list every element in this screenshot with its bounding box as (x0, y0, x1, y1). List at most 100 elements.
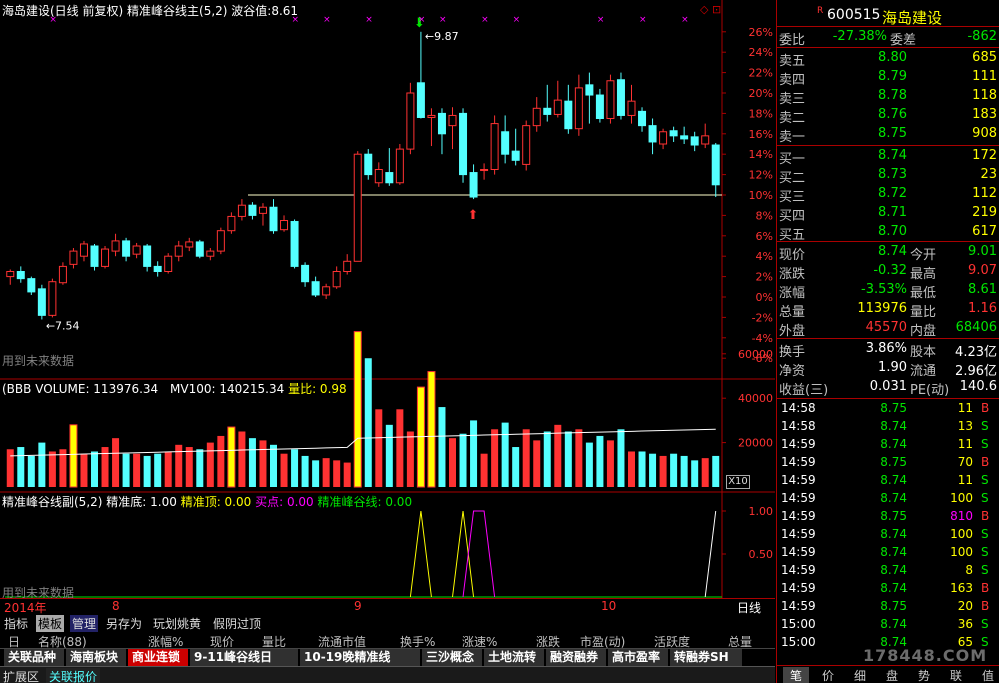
quote-tab-0[interactable]: 笔 (783, 667, 809, 683)
tick-time: 14:59 (781, 473, 816, 487)
column-6[interactable]: 换手% (400, 633, 435, 648)
column-0[interactable]: 日 (8, 633, 20, 648)
block-tab-4[interactable]: 10-19晚精准线 (300, 649, 420, 666)
candle-body (490, 123, 499, 170)
column-1[interactable]: 名称(88) (38, 633, 87, 648)
fin-value-1: 0.031 (869, 379, 907, 394)
stat-label-1: 现价 (779, 248, 806, 263)
volume-bar (133, 453, 141, 487)
quote-tab-4[interactable]: 势 (911, 667, 937, 683)
quote-tab-1[interactable]: 价 (815, 667, 841, 683)
related-quote-tab[interactable]: 关联报价 (46, 668, 101, 683)
block-tab-9[interactable]: 转融券SH (670, 649, 742, 666)
stat-value-2: 9.07 (968, 263, 997, 278)
block-tab-2[interactable]: 商业连锁 (128, 649, 188, 666)
weicha-value: -862 (967, 29, 997, 44)
y-tick-label: 22% (749, 67, 773, 80)
y-tick-label: 0% (756, 291, 773, 304)
block-tab-8[interactable]: 高市盈率 (608, 649, 668, 666)
expand-area-tab[interactable]: 扩展区 (3, 668, 39, 683)
tick-row: 14:59 8.74 163 B (777, 579, 999, 597)
buy-arrow-icon: ⬆ (468, 208, 479, 223)
toolbar-item-5[interactable]: 假阴过顶 (211, 615, 263, 632)
flag-badge: R (817, 6, 824, 16)
volume-bar (522, 429, 530, 487)
volume-bar (322, 458, 330, 487)
book-price: 8.76 (878, 107, 907, 122)
tick-price: 8.74 (880, 419, 907, 433)
block-tab-0[interactable]: 关联品种 (4, 649, 64, 666)
book-label: 卖三 (779, 92, 806, 107)
column-3[interactable]: 现价 (210, 633, 234, 648)
chart-canvas[interactable]: 26% 24% 22% 20% 18% 16% 14% 12% 10% 8% 6% 4% 2% 0% -2%… (0, 0, 775, 637)
tick-price: 8.74 (880, 581, 907, 595)
toolbar-item-2[interactable]: 管理 (70, 615, 99, 632)
volume-bar (501, 422, 509, 487)
volume-bar (196, 449, 204, 487)
block-tab-6[interactable]: 土地流转 (484, 649, 544, 666)
toolbar-item-1[interactable]: 模板 (36, 615, 65, 632)
volume-bar (480, 453, 488, 487)
toolbar-item-4[interactable]: 玩划姚黄 (151, 615, 203, 632)
y-tick-label: 14% (749, 148, 773, 161)
fin-value-1: 1.90 (878, 360, 907, 375)
stat-row: 涨跌 -0.32 最高 9.07 (777, 262, 999, 282)
window-control-icons[interactable]: ◇ ⊡ (700, 3, 721, 16)
stat-label-1: 外盘 (779, 324, 806, 339)
tick-side: B (981, 599, 990, 613)
block-tab-5[interactable]: 三沙概念 (422, 649, 482, 666)
candle-body (616, 79, 625, 116)
volume-bar (638, 451, 646, 487)
block-tab-7[interactable]: 融资融券 (546, 649, 606, 666)
book-price: 8.70 (878, 224, 907, 239)
volume-bar (48, 451, 56, 487)
ratio-label: 量比: 0.98 (288, 382, 347, 396)
quote-tab-2[interactable]: 细 (847, 667, 873, 683)
quote-bottom-tabs: 笔价细盘势联值 (777, 665, 999, 683)
quote-tab-6[interactable]: 值 (975, 667, 999, 683)
weibi-label: 委比 (779, 33, 806, 48)
volume-bar (301, 455, 309, 487)
tick-time: 14:59 (781, 581, 816, 595)
block-tab-3[interactable]: 9-11峰谷线日 (190, 649, 298, 666)
column-7[interactable]: 涨速% (462, 633, 497, 648)
column-9[interactable]: 市盈(动) (580, 633, 625, 648)
toolbar-item-3[interactable]: 另存为 (104, 615, 144, 632)
candle-body (606, 80, 615, 120)
volume-bar (143, 455, 151, 487)
volume-bar (91, 451, 98, 487)
column-2[interactable]: 涨幅% (148, 633, 183, 648)
block-tab-1[interactable]: 海南板块 (66, 649, 126, 666)
book-volume: 617 (972, 224, 997, 239)
tick-time: 14:59 (781, 509, 816, 523)
quote-tab-5[interactable]: 联 (943, 667, 969, 683)
stock-title-row: R 600515 海岛建设 (777, 4, 999, 27)
candle-body (58, 265, 67, 284)
volume-bar (427, 371, 436, 488)
toolbar-item-0[interactable]: 指标 (2, 615, 30, 632)
candle-body (701, 135, 710, 145)
sub-bottom: 精准底: 1.00 (106, 495, 177, 509)
column-4[interactable]: 量比 (262, 633, 286, 648)
candle-body (585, 84, 594, 96)
tick-volume: 11 (957, 401, 973, 415)
bid-row: 买四 8.71 219 (777, 204, 999, 224)
cross-marker-icon: × (513, 15, 521, 25)
sub-top-line (409, 510, 432, 598)
tick-price: 8.74 (880, 491, 907, 505)
sub-name: 精准峰谷线副(5,2) (2, 495, 103, 509)
column-10[interactable]: 活跃度 (654, 633, 690, 648)
kline-chart-area[interactable]: 26% 24% 22% 20% 18% 16% 14% 12% 10% 8% 6% 4% 2% 0% -2%… (0, 0, 775, 637)
quote-tab-3[interactable]: 盘 (879, 667, 905, 683)
volume-scale-badge[interactable]: X10 (726, 475, 750, 489)
y-tick-label: 16% (749, 128, 773, 141)
column-5[interactable]: 流通市值 (318, 633, 366, 648)
volume-bar (585, 442, 593, 487)
column-11[interactable]: 总量 (728, 633, 752, 648)
stat-label-2: 内盘 (910, 324, 937, 339)
candle-body (79, 243, 88, 257)
column-8[interactable]: 涨跌 (536, 633, 560, 648)
candle-body (480, 169, 489, 172)
candle-body (406, 92, 415, 150)
finance-row: 换手 3.86% 股本 4.23亿 (777, 340, 999, 360)
